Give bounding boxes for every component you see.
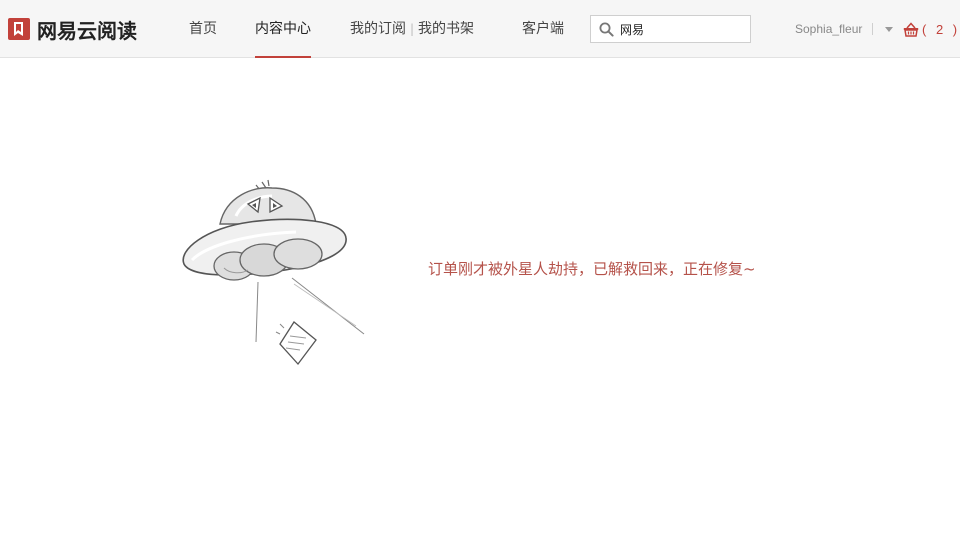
nav-content-center[interactable]: 内容中心 — [255, 0, 311, 58]
cart-button[interactable]: ( 2 ) — [903, 20, 960, 38]
nav-my-subscriptions[interactable]: 我的订阅 — [350, 21, 406, 37]
brand-name: 网易云阅读 — [37, 18, 137, 43]
book-logo-icon — [8, 18, 30, 40]
username-link[interactable]: Sophia_fleur — [795, 22, 862, 36]
nav-separator: | — [410, 22, 415, 36]
nav-my-bookshelf[interactable]: 我的书架 — [418, 21, 474, 37]
search-box[interactable] — [590, 15, 751, 43]
nav-home[interactable]: 首页 — [189, 0, 217, 58]
search-icon[interactable] — [599, 22, 614, 37]
ufo-illustration — [182, 179, 365, 366]
top-navigation-bar: 网易云阅读 首页 内容中心 我的订阅 |我的书架 客户端 Sophia_fleur… — [0, 0, 960, 58]
logo[interactable]: 网易云阅读 — [8, 17, 137, 43]
basket-icon — [903, 21, 919, 37]
caret-down-icon[interactable] — [885, 27, 893, 32]
nav-client[interactable]: 客户端 — [522, 0, 564, 58]
cart-count: ( 2 ) — [922, 21, 960, 37]
search-input[interactable] — [620, 22, 740, 36]
error-message: 订单刚才被外星人劫持，已解救回来，正在修复~ — [428, 260, 756, 278]
user-divider — [872, 23, 873, 35]
nav-my-group: 我的订阅 | 我的书架 — [350, 0, 474, 58]
